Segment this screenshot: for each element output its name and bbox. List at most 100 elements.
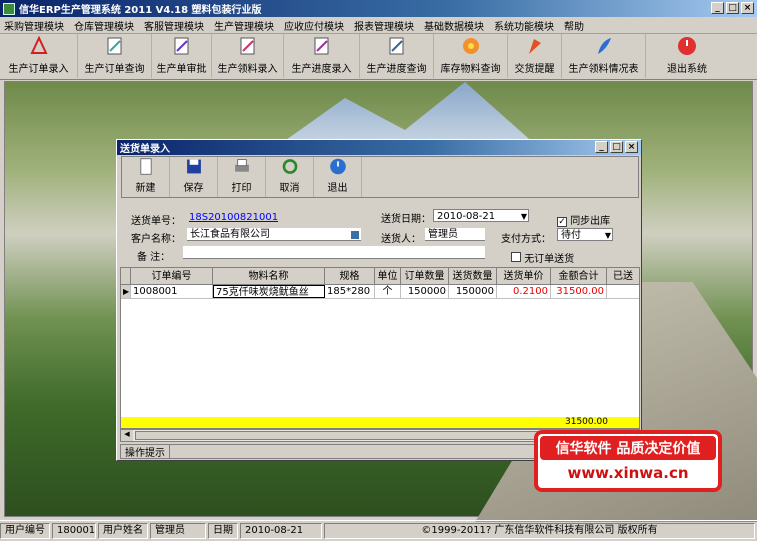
col-order-no[interactable]: 订单编号 xyxy=(131,268,213,284)
refresh-icon xyxy=(282,159,297,174)
sync-checkbox[interactable]: ✓ 同步出库 xyxy=(557,212,610,227)
checkbox-box xyxy=(511,252,521,262)
toolbar-order-approve[interactable]: 生产单审批 xyxy=(152,34,212,78)
col-delivered[interactable]: 已送 xyxy=(607,268,639,284)
col-spec[interactable]: 规格 xyxy=(325,268,375,284)
menu-warehouse[interactable]: 仓库管理模块 xyxy=(74,18,134,33)
app-title: 信华ERP生产管理系统 2011 V4.18 塑料包装行业版 xyxy=(19,5,262,16)
maximize-button[interactable]: □ xyxy=(726,2,739,14)
feather-icon xyxy=(597,38,611,54)
flower-icon xyxy=(462,38,479,54)
app-icon xyxy=(3,2,15,15)
lookup-icon[interactable] xyxy=(350,230,360,240)
user-no-label: 用户编号 xyxy=(0,523,50,539)
row-pointer-icon: ▶ xyxy=(121,285,131,298)
menu-purchase[interactable]: 采购管理模块 xyxy=(4,18,64,33)
exit-button[interactable]: 退出 xyxy=(314,157,362,197)
new-document-icon xyxy=(139,158,152,175)
toolbar-material-entry[interactable]: 生产领料录入 xyxy=(212,34,284,78)
print-button[interactable]: 打印 xyxy=(218,157,266,197)
toolbar-stock-query[interactable]: 库存物料查询 xyxy=(434,34,508,78)
document-pen-icon xyxy=(107,37,121,55)
menu-reports[interactable]: 报表管理模块 xyxy=(354,18,414,33)
items-grid: 订单编号 物料名称 规格 单位 订单数量 送货数量 送货单价 金额合计 已送 ▶… xyxy=(120,267,640,429)
toolbar-order-entry[interactable]: 生产订单录入 xyxy=(0,34,78,78)
col-amount[interactable]: 金额合计 xyxy=(551,268,607,284)
menu-bar: 采购管理模块 仓库管理模块 客服管理模块 生产管理模块 应收应付模块 报表管理模… xyxy=(0,17,757,34)
remark-field[interactable] xyxy=(183,246,485,259)
toolbar-delivery-reminder[interactable]: 交货提醒 xyxy=(508,34,562,78)
grid-header: 订单编号 物料名称 规格 单位 订单数量 送货数量 送货单价 金额合计 已送 xyxy=(121,268,639,285)
save-button[interactable]: 保存 xyxy=(170,157,218,197)
dialog-close-button[interactable]: × xyxy=(625,141,638,153)
delivery-dialog: 送货单录入 _ □ × 新建 保存 打印 取消 退出 送货单号： 18S2010… xyxy=(116,139,642,461)
minimize-button[interactable]: _ xyxy=(711,2,724,14)
toolbar-material-report[interactable]: 生产领料情况表 xyxy=(562,34,646,78)
copyright: ©1999-2011? 广东信华软件科技有限公司 版权所有 xyxy=(324,523,755,539)
sync-label: 同步出库 xyxy=(570,216,611,227)
menu-system[interactable]: 系统功能模块 xyxy=(494,18,554,33)
document-pen-icon xyxy=(240,37,254,55)
total-row: 31500.00 xyxy=(121,417,639,428)
watermark-logo: 信华软件 品质决定价值 www.xinwa.cn xyxy=(534,430,722,492)
user-name-label: 用户姓名 xyxy=(98,523,148,539)
deliverer-label: 送货人： xyxy=(381,234,421,245)
col-unit[interactable]: 单位 xyxy=(375,268,401,284)
printer-icon xyxy=(234,159,249,172)
date-label-status: 日期 xyxy=(208,523,238,539)
user-no-value: 180001 xyxy=(52,523,96,539)
pay-select[interactable]: 待付 ▼ xyxy=(557,228,613,241)
power-icon xyxy=(678,37,696,55)
cancel-button[interactable]: 取消 xyxy=(266,157,314,197)
close-button[interactable]: × xyxy=(741,2,754,14)
toolbar-progress-entry[interactable]: 生产进度录入 xyxy=(284,34,360,78)
date-picker[interactable]: 2010-08-21 ▼ xyxy=(433,209,529,222)
date-label: 送货日期： xyxy=(381,214,431,225)
deliverer-field[interactable]: 管理员 xyxy=(425,228,485,241)
document-pen-icon xyxy=(314,37,328,55)
app-statusbar: 用户编号 180001 用户姓名 管理员 日期 2010-08-21 ©1999… xyxy=(0,520,757,541)
menu-customer[interactable]: 客服管理模块 xyxy=(144,18,204,33)
chevron-down-icon: ▼ xyxy=(604,231,611,240)
order-no-label: 送货单号： xyxy=(131,216,181,227)
col-order-qty[interactable]: 订单数量 xyxy=(401,268,449,284)
floppy-icon xyxy=(186,159,201,174)
user-name-value: 管理员 xyxy=(150,523,206,539)
pdf-icon xyxy=(29,35,48,54)
col-price[interactable]: 送货单价 xyxy=(497,268,551,284)
no-order-label: 无订单送货 xyxy=(524,254,575,265)
order-no-link[interactable]: 18S20100821001 xyxy=(189,212,278,223)
total-amount: 31500.00 xyxy=(565,417,608,427)
toolbar-order-query[interactable]: 生产订单查询 xyxy=(78,34,152,78)
dialog-minimize-button[interactable]: _ xyxy=(595,141,608,153)
brush-icon xyxy=(528,39,541,54)
table-row[interactable]: ▶ 1008001 75克仟味炭烧鱿鱼丝 185*280 个 150000 15… xyxy=(121,285,639,299)
date-value-status: 2010-08-21 xyxy=(240,523,322,539)
customer-field[interactable]: 长江食品有限公司 xyxy=(187,228,361,241)
toolbar-progress-query[interactable]: 生产进度查询 xyxy=(360,34,434,78)
dialog-titlebar: 送货单录入 _ □ × xyxy=(117,140,641,155)
dialog-maximize-button[interactable]: □ xyxy=(610,141,623,153)
scroll-thumb[interactable] xyxy=(135,431,545,440)
customer-label: 客户名称： xyxy=(131,234,181,245)
scroll-left-icon[interactable]: ◀ xyxy=(121,430,133,441)
dialog-toolbar: 新建 保存 打印 取消 退出 xyxy=(121,156,639,198)
new-button[interactable]: 新建 xyxy=(122,157,170,197)
document-pen-icon xyxy=(174,37,188,55)
col-deliver-qty[interactable]: 送货数量 xyxy=(449,268,497,284)
app-titlebar: 信华ERP生产管理系统 2011 V4.18 塑料包装行业版 _ □ × xyxy=(0,0,757,17)
checkmark-icon: ✓ xyxy=(557,217,567,227)
menu-basedata[interactable]: 基础数据模块 xyxy=(424,18,484,33)
menu-help[interactable]: 帮助 xyxy=(564,18,584,33)
chevron-down-icon: ▼ xyxy=(520,212,527,221)
remark-label: 备 注： xyxy=(137,252,171,263)
power-icon xyxy=(329,158,346,175)
menu-production[interactable]: 生产管理模块 xyxy=(214,18,274,33)
pay-label: 支付方式： xyxy=(501,234,551,245)
col-material[interactable]: 物料名称 xyxy=(213,268,325,284)
no-order-checkbox[interactable]: 无订单送货 xyxy=(511,250,574,265)
menu-finance[interactable]: 应收应付模块 xyxy=(284,18,344,33)
dialog-title: 送货单录入 xyxy=(120,144,170,155)
toolbar-exit[interactable]: 退出系统 xyxy=(646,34,728,78)
status-hint: 操作提示 xyxy=(121,444,170,459)
